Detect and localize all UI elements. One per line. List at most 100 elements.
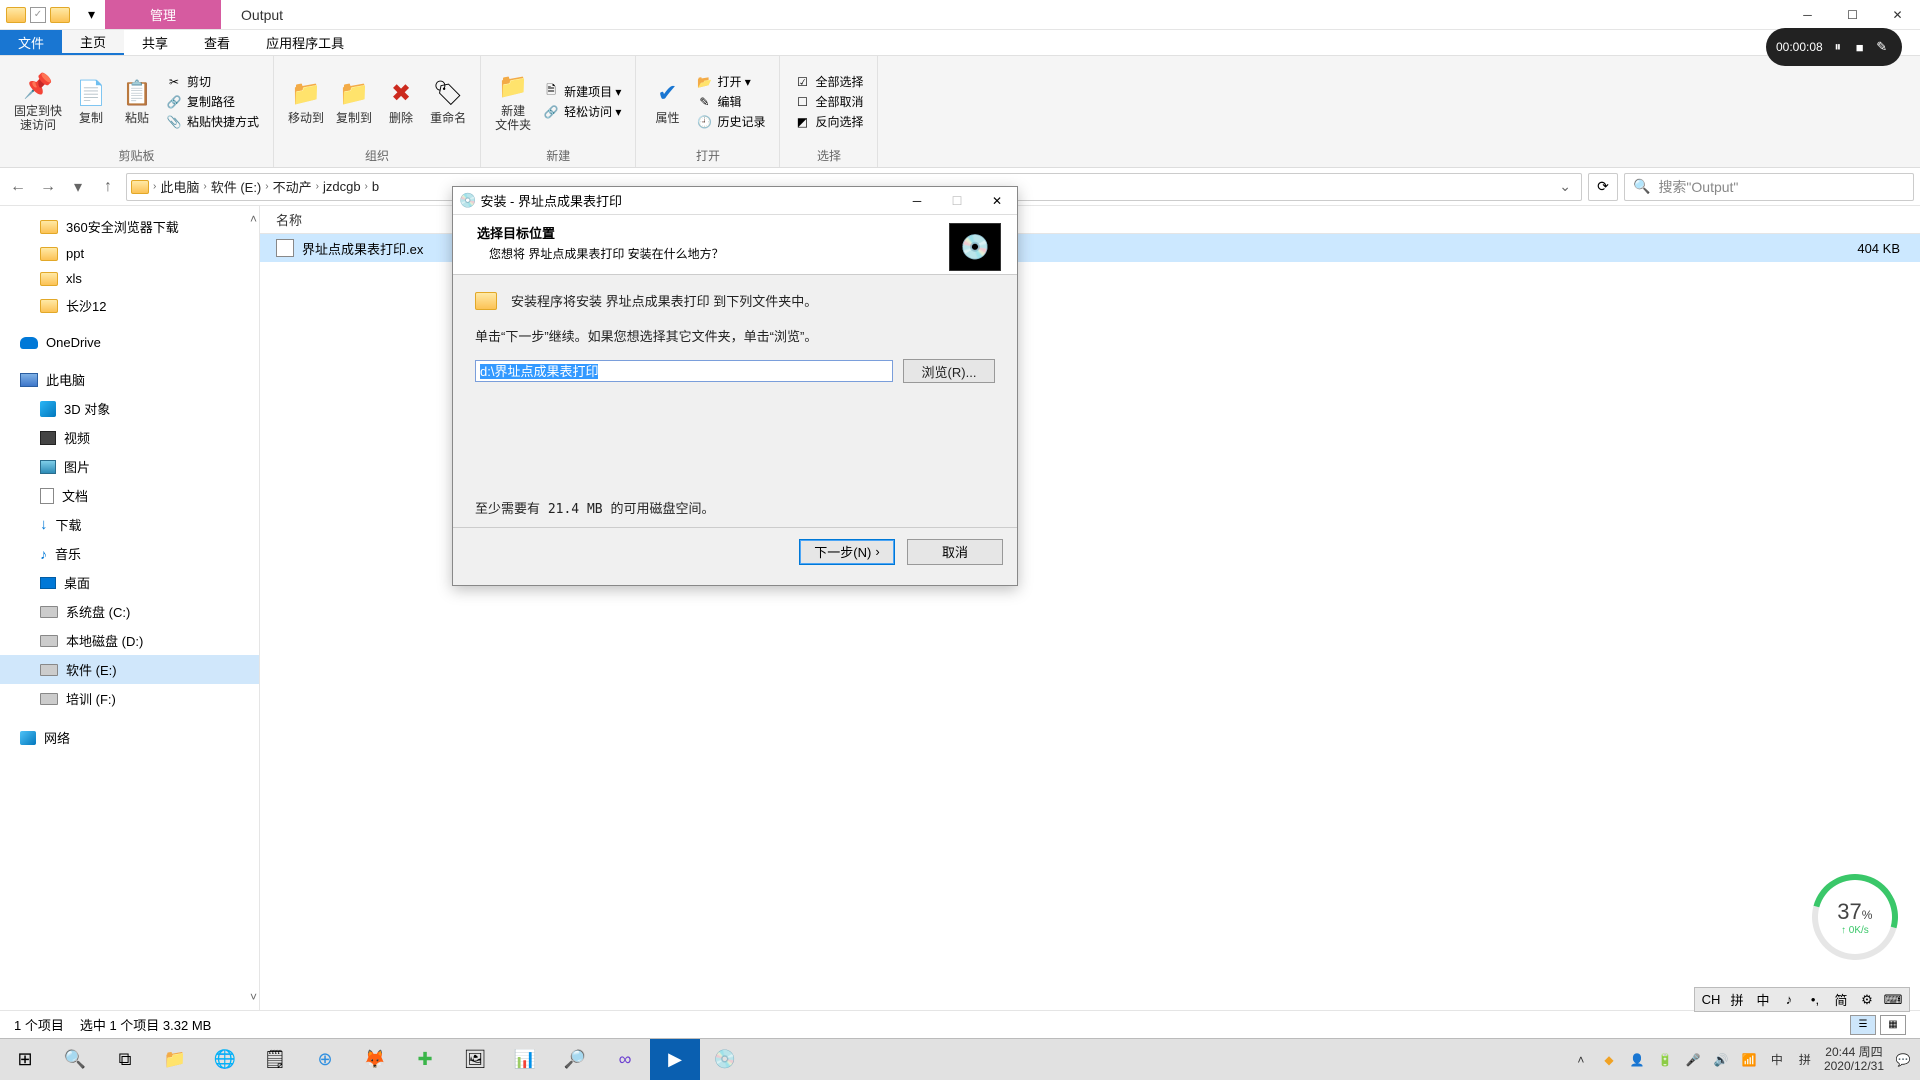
sidebar-item[interactable]: 桌面 bbox=[0, 568, 259, 597]
breadcrumb-seg[interactable]: b bbox=[372, 179, 379, 194]
next-button[interactable]: 下一步(N)› bbox=[799, 539, 895, 565]
recorder-stop-button[interactable]: ■ bbox=[1853, 40, 1867, 55]
scroll-down-icon[interactable]: ˅ bbox=[250, 990, 257, 1004]
search-button[interactable]: 🔍 bbox=[50, 1039, 100, 1080]
copyto-button[interactable]: 📁复制到 bbox=[330, 76, 378, 128]
breadcrumb-seg[interactable]: jzdcgb bbox=[323, 179, 361, 194]
recent-dropdown[interactable]: ▾ bbox=[66, 175, 90, 199]
tray-chevron-up-icon[interactable]: ˄ bbox=[1572, 1051, 1590, 1069]
start-button[interactable]: ⊞ bbox=[0, 1039, 50, 1080]
properties-button[interactable]: ✔属性 bbox=[644, 76, 690, 128]
sidebar-item[interactable]: xls bbox=[0, 266, 259, 291]
app-taskbar-icon[interactable]: 📊 bbox=[500, 1039, 550, 1080]
sidebar-item[interactable]: 软件 (E:) bbox=[0, 655, 259, 684]
installer-taskbar-icon[interactable]: 💿 bbox=[700, 1039, 750, 1080]
address-dropdown[interactable]: ⌄ bbox=[1553, 178, 1577, 195]
tab-apptools[interactable]: 应用程序工具 bbox=[248, 30, 362, 55]
selectall-button[interactable]: ☑全部选择 bbox=[794, 73, 863, 90]
thumb-view-button[interactable]: ▦ bbox=[1880, 1015, 1906, 1035]
refresh-button[interactable]: ⟳ bbox=[1588, 173, 1618, 201]
tab-view[interactable]: 查看 bbox=[186, 30, 248, 55]
tray-security-icon[interactable]: ◆ bbox=[1600, 1051, 1618, 1069]
dialog-minimize-button[interactable]: ─ bbox=[897, 187, 937, 215]
screen-recorder-widget[interactable]: 00:00:08 ⏸ ■ ✎ bbox=[1766, 28, 1902, 66]
breadcrumb-seg[interactable]: 此电脑 bbox=[160, 177, 199, 196]
delete-button[interactable]: ✖删除 bbox=[378, 76, 424, 128]
invertsel-button[interactable]: ◩反向选择 bbox=[794, 113, 863, 130]
rename-button[interactable]: 🏷重命名 bbox=[424, 76, 472, 128]
search-input[interactable]: 🔍 搜索"Output" bbox=[1624, 173, 1914, 201]
sidebar-item[interactable]: 图片 bbox=[0, 452, 259, 481]
open-button[interactable]: 📂打开 ▾ bbox=[696, 73, 765, 90]
nav-sidebar[interactable]: ˄ ˅ 360安全浏览器下载pptxls长沙12OneDrive此电脑3D 对象… bbox=[0, 206, 260, 1010]
sidebar-item[interactable]: 长沙12 bbox=[0, 291, 259, 320]
ime-item[interactable]: CH bbox=[1701, 992, 1721, 1007]
sidebar-item[interactable]: 此电脑 bbox=[0, 365, 259, 394]
maximize-button[interactable]: ☐ bbox=[1830, 0, 1875, 29]
magnifier-taskbar-icon[interactable]: 🔎 bbox=[550, 1039, 600, 1080]
recorder-edit-button[interactable]: ✎ bbox=[1875, 39, 1889, 55]
sidebar-item[interactable]: ♪音乐 bbox=[0, 539, 259, 568]
tray-ime-pinyin[interactable]: 拼 bbox=[1796, 1051, 1814, 1069]
close-button[interactable]: ✕ bbox=[1875, 0, 1920, 29]
ime-toolbar[interactable]: CH 拼中 ♪ •, 简 ⚙ ⌨ bbox=[1694, 987, 1910, 1012]
history-button[interactable]: 🕘历史记录 bbox=[696, 113, 765, 130]
ime-item[interactable]: •, bbox=[1805, 992, 1825, 1007]
edit-button[interactable]: ✎编辑 bbox=[696, 93, 765, 110]
contextual-tab-manage[interactable]: 管理 bbox=[105, 0, 221, 29]
ime-item[interactable]: ♪ bbox=[1779, 992, 1799, 1007]
column-name[interactable]: 名称 bbox=[260, 210, 318, 229]
tray-clock[interactable]: 20:44 周四2020/12/31 bbox=[1824, 1046, 1884, 1072]
browse-button[interactable]: 浏览(R)... bbox=[903, 359, 995, 383]
tab-share[interactable]: 共享 bbox=[124, 30, 186, 55]
back-button[interactable]: ← bbox=[6, 175, 30, 199]
action-center-icon[interactable]: 💬 bbox=[1894, 1051, 1912, 1069]
ime-item[interactable]: ⌨ bbox=[1883, 992, 1903, 1008]
security-taskbar-icon[interactable]: ✚ bbox=[400, 1039, 450, 1080]
tray-user-icon[interactable]: 👤 bbox=[1628, 1051, 1646, 1069]
tray-ime-ch[interactable]: 中 bbox=[1768, 1051, 1786, 1069]
recorder-pause-button[interactable]: ⏸ bbox=[1831, 39, 1845, 55]
sidebar-item[interactable]: 360安全浏览器下载 bbox=[0, 212, 259, 241]
browser360-taskbar-icon[interactable]: ⊕ bbox=[300, 1039, 350, 1080]
copypath-button[interactable]: 🔗复制路径 bbox=[166, 93, 259, 110]
sidebar-item[interactable]: 系统盘 (C:) bbox=[0, 597, 259, 626]
ime-item[interactable]: 简 bbox=[1831, 990, 1851, 1009]
tray-battery-icon[interactable]: 🔋 bbox=[1656, 1051, 1674, 1069]
install-path-input[interactable]: d:\界址点成果表打印 bbox=[475, 360, 893, 382]
easyaccess-button[interactable]: 🔗轻松访问 ▾ bbox=[543, 103, 621, 120]
breadcrumb-seg[interactable]: 软件 (E:) bbox=[211, 177, 262, 196]
forward-button[interactable]: → bbox=[36, 175, 60, 199]
sidebar-item[interactable]: 本地磁盘 (D:) bbox=[0, 626, 259, 655]
sidebar-item[interactable]: 网络 bbox=[0, 723, 259, 752]
up-button[interactable]: ↑ bbox=[96, 175, 120, 199]
copy-button[interactable]: 📄复制 bbox=[68, 76, 114, 128]
tray-mic-icon[interactable]: 🎤 bbox=[1684, 1051, 1702, 1069]
details-view-button[interactable]: ☰ bbox=[1850, 1015, 1876, 1035]
dialog-close-button[interactable]: ✕ bbox=[977, 187, 1017, 215]
app-taskbar-icon[interactable]: 🖼 bbox=[450, 1039, 500, 1080]
taskview-button[interactable]: ⧉ bbox=[100, 1039, 150, 1080]
sidebar-item[interactable]: 3D 对象 bbox=[0, 394, 259, 423]
ime-item[interactable]: 中 bbox=[1753, 990, 1773, 1009]
qa-checkbox-icon[interactable]: ✓ bbox=[30, 7, 46, 23]
tray-wifi-icon[interactable]: 📶 bbox=[1740, 1051, 1758, 1069]
cancel-button[interactable]: 取消 bbox=[907, 539, 1003, 565]
breadcrumb-seg[interactable]: 不动产 bbox=[273, 177, 312, 196]
tray-volume-icon[interactable]: 🔊 bbox=[1712, 1051, 1730, 1069]
chevron-right-icon[interactable]: › bbox=[153, 181, 156, 192]
sidebar-item[interactable]: 培训 (F:) bbox=[0, 684, 259, 713]
pasteshortcut-button[interactable]: 📎粘贴快捷方式 bbox=[166, 113, 259, 130]
pin-button[interactable]: 📌固定到快 速访问 bbox=[8, 69, 68, 135]
selectnone-button[interactable]: ☐全部取消 bbox=[794, 93, 863, 110]
ime-item[interactable]: 拼 bbox=[1727, 990, 1747, 1009]
paste-button[interactable]: 📋粘贴 bbox=[114, 76, 160, 128]
qa-dropdown[interactable]: ▾ bbox=[78, 0, 105, 29]
firefox-taskbar-icon[interactable]: 🦊 bbox=[350, 1039, 400, 1080]
sidebar-item[interactable]: 视频 bbox=[0, 423, 259, 452]
vs-taskbar-icon[interactable]: ∞ bbox=[600, 1039, 650, 1080]
sidebar-item[interactable]: ppt bbox=[0, 241, 259, 266]
ime-item[interactable]: ⚙ bbox=[1857, 992, 1877, 1008]
tab-file[interactable]: 文件 bbox=[0, 30, 62, 55]
newfolder-button[interactable]: 📁新建 文件夹 bbox=[489, 69, 537, 135]
